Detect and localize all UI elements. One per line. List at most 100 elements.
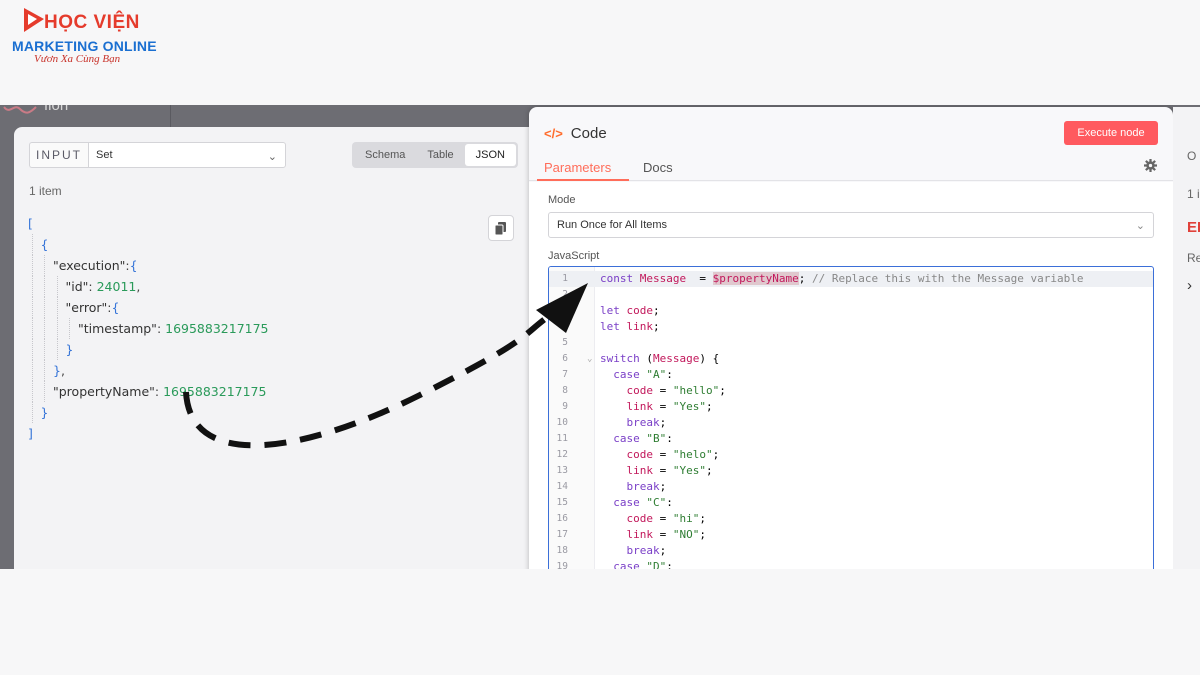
code-token: = [653,400,673,413]
chevron-down-icon: ⌄ [267,151,277,163]
code-token: "A" [646,368,667,381]
mode-value: Run Once for All Items [557,219,668,231]
line-number: 12 [556,449,568,460]
code-token: ; [653,304,660,317]
line-number: 16 [556,513,568,524]
node-tabs: Parameters Docs [529,155,1173,181]
json-line: "execution":{ [28,255,269,276]
code-line: 9 link = "Yes"; [549,399,1153,415]
code-text: case "B": [600,431,673,447]
code-token: link [626,400,654,413]
code-token: code [626,304,654,317]
json-key: "timestamp" [78,321,157,336]
json-key: "execution" [53,258,126,273]
code-token: "Yes" [672,464,706,477]
code-token: $propertyName [712,272,799,285]
fold-chevron-icon[interactable]: ⌄ [587,351,592,367]
code-text: code = "hello"; [600,383,726,399]
tab-json[interactable]: JSON [464,144,516,166]
json-comma: , [136,279,141,294]
json-value: 1695883217175 [165,321,269,336]
item-count: 1 item [29,184,62,198]
code-text: switch (Message) { [600,351,719,367]
code-token: break [626,544,660,557]
workflow-logo-icon [3,106,37,114]
code-text: let code; [600,303,660,319]
indent-guide [44,339,45,360]
node-title-text: Code [570,125,607,142]
indent-guide [31,276,33,297]
code-text: case "C": [600,495,673,511]
tab-parameters[interactable]: Parameters [544,160,611,175]
code-token: Message [652,352,700,365]
code-token: code [626,384,654,397]
json-viewer: [{"execution":{"id": 24011, "error":{"tim… [28,213,269,444]
line-number: 2 [562,289,568,300]
json-bracket: } [40,405,49,420]
code-token: Message [639,272,687,285]
code-token: = [653,448,673,461]
indent-guide [69,318,70,339]
execute-node-button[interactable]: Execute node [1064,121,1158,145]
indent-guide [31,318,33,339]
code-token: : [666,560,673,569]
code-token: ) { [699,352,720,365]
code-token: ; [712,448,720,461]
code-text: code = "hi"; [600,511,707,527]
code-token: ; [706,400,713,413]
code-text: link = "Yes"; [600,463,713,479]
line-number: 18 [556,545,568,556]
copy-button[interactable] [488,215,514,241]
code-line: 4 let link; [549,319,1153,335]
indent-guide [31,360,33,381]
indent-guide [31,297,33,318]
output-text: Re [1187,251,1200,265]
json-separator: : [154,384,164,399]
code-token: ; [699,512,706,525]
gear-icon[interactable] [1144,159,1157,172]
code-line: 6 ⌄ switch (Message) { [549,351,1153,367]
code-text: let link; [600,319,660,335]
output-header: O [1187,149,1197,163]
code-token: switch [600,352,647,365]
json-line: [ [28,213,269,234]
code-token: code [626,512,654,525]
indent-guide [56,276,58,297]
tab-schema[interactable]: Schema [354,144,416,166]
view-mode-tabs: Schema Table JSON [352,142,518,168]
indent-guide [31,339,33,360]
logo-tagline: Vươn Xa Cùng Bạn [34,53,121,65]
code-line: 5 [549,335,1153,351]
line-number: 7 [562,369,568,380]
tab-table[interactable]: Table [416,144,464,166]
code-text: case "A": [600,367,673,383]
code-token: ; [719,384,726,397]
input-label: INPUT [29,142,88,168]
code-token: "D" [646,560,667,569]
expand-chevron-icon[interactable]: › [1187,277,1192,294]
code-text: break; [600,479,667,495]
parameters-pane: Mode Run Once for All Items ⌄ JavaScript… [529,182,1173,569]
line-number: 14 [556,481,568,492]
tab-docs[interactable]: Docs [643,160,673,175]
code-token: ; [653,320,660,333]
json-line: "id": 24011, [28,276,269,297]
mode-label: Mode [548,194,576,206]
input-node-select[interactable]: Set ⌄ [88,142,286,168]
code-text: const Message = $propertyName; // Replac… [600,271,1083,287]
code-token: case [613,560,647,569]
code-editor[interactable]: 1 const Message = $propertyName; // Repla… [548,266,1154,569]
javascript-label: JavaScript [548,250,600,262]
indent-guide [44,297,45,318]
code-token: ; [659,544,667,557]
code-line: 3 let code; [549,303,1153,319]
code-text: break; [600,415,667,431]
line-number: 3 [562,305,568,316]
mode-select[interactable]: Run Once for All Items ⌄ [548,212,1154,238]
code-token: = [653,464,673,477]
